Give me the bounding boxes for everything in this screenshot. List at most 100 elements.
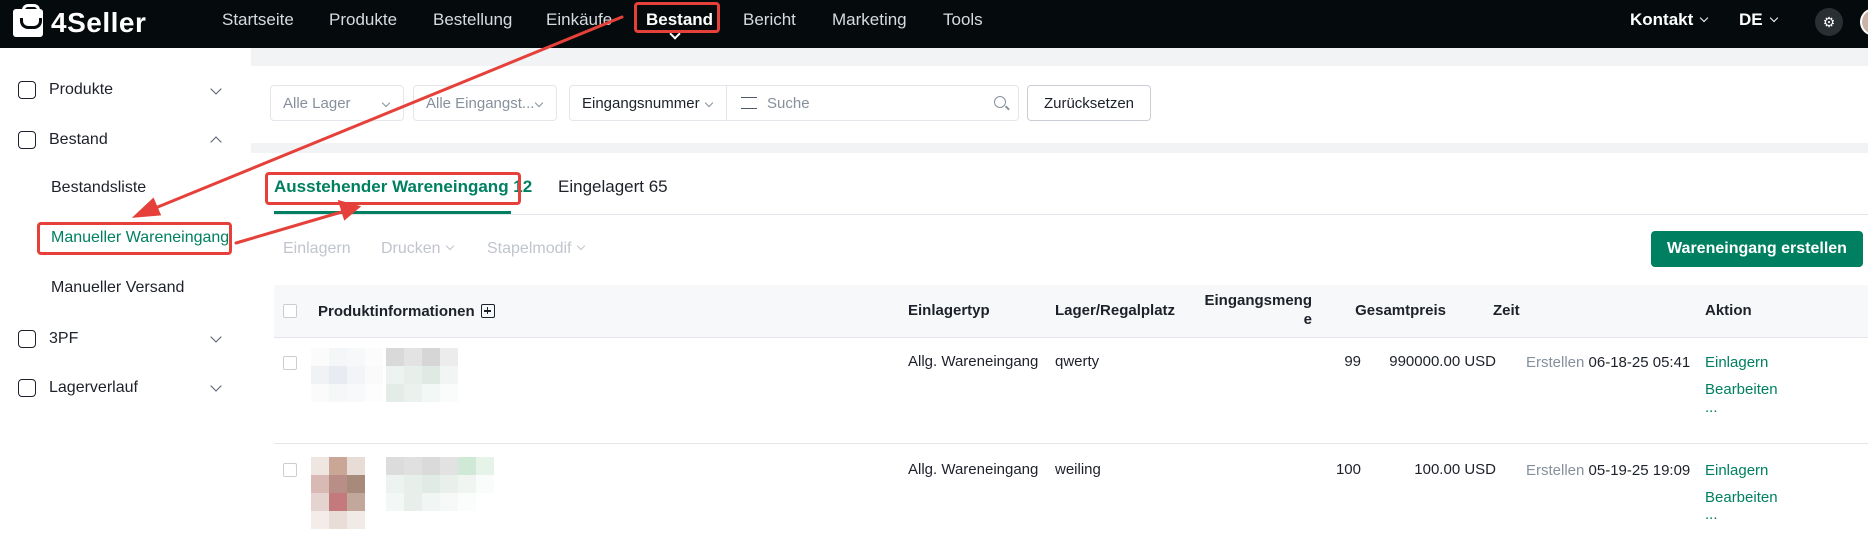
nav-einkaeufe[interactable]: Einkäufe — [546, 0, 612, 40]
row-time-value: 06-18-25 05:41 — [1588, 354, 1691, 371]
sidebar-group-label: Lagerverlauf — [49, 379, 138, 396]
search-field-select[interactable]: Eingangsnummer — [569, 85, 727, 121]
search-placeholder: Suche — [767, 94, 810, 112]
chevron-down-icon — [1700, 13, 1709, 23]
column-type: Einlagertyp — [908, 302, 990, 319]
batch-modify-label: Stapelmodif — [487, 240, 572, 257]
column-qty-line1: Eingangsmeng — [1204, 292, 1312, 309]
column-location: Lager/Regalplatz — [1055, 302, 1176, 319]
column-action: Aktion — [1705, 302, 1752, 319]
product-thumbnail — [311, 457, 365, 529]
select-all-checkbox[interactable] — [283, 304, 297, 318]
row-location: qwerty — [1055, 353, 1100, 370]
language-menu[interactable]: DE — [1739, 0, 1778, 40]
reset-button[interactable]: Zurücksetzen — [1027, 85, 1151, 121]
create-inbound-button[interactable]: Wareneingang erstellen — [1651, 231, 1863, 267]
row-checkbox[interactable] — [283, 356, 297, 370]
row-total: 100.00 USD — [1414, 461, 1496, 478]
active-tab-indicator — [274, 211, 511, 214]
product-name-blurred — [386, 457, 494, 511]
chevron-down-icon[interactable] — [210, 83, 222, 95]
row-checkbox[interactable] — [283, 463, 297, 477]
brand-name: 4Seller — [51, 7, 147, 38]
search-input[interactable]: Suche — [727, 85, 1019, 121]
batch-modify-menu[interactable]: Stapelmodif — [487, 240, 585, 258]
highlight-bestand-nav — [634, 2, 720, 33]
sidebar-group-produkte[interactable]: Produkte — [18, 78, 113, 102]
row-more-link[interactable]: ... — [1705, 399, 1718, 416]
nav-marketing[interactable]: Marketing — [832, 0, 907, 40]
nav-tools[interactable]: Tools — [943, 0, 983, 40]
chevron-down-icon — [445, 241, 454, 251]
search-icon[interactable] — [994, 96, 1006, 108]
sidebar-group-lagerverlauf[interactable]: Lagerverlauf — [18, 376, 138, 400]
row-location: weiling — [1055, 461, 1101, 478]
table-header: Produktinformationen Einlagertyp Lager/R… — [274, 285, 1868, 337]
row-type: Allg. Wareneingang — [908, 353, 1039, 370]
chevron-down-icon[interactable] — [210, 380, 222, 392]
highlight-pending-tab — [265, 172, 521, 205]
row-store-link[interactable]: Einlagern — [1705, 354, 1768, 371]
warehouse-select[interactable]: Alle Lager — [270, 85, 404, 121]
row-store-link[interactable]: Einlagern — [1705, 462, 1768, 479]
product-name-blurred — [386, 348, 458, 402]
nav-startseite[interactable]: Startseite — [222, 0, 294, 40]
product-thumbnail — [311, 348, 383, 402]
chevron-down-icon — [704, 98, 714, 108]
inbound-type-select[interactable]: Alle Eingangst... — [413, 85, 557, 121]
sidebar: Produkte Bestand Bestandsliste Manueller… — [0, 48, 251, 536]
tab-divider — [274, 214, 1868, 215]
column-product-label: Produktinformationen — [318, 303, 475, 320]
row-time-value: 05-19-25 19:09 — [1588, 462, 1691, 479]
store-button[interactable]: Einlagern — [283, 240, 351, 258]
bag-logo-icon — [13, 4, 43, 37]
list-search-icon — [741, 97, 757, 109]
inbound-type-select-value: Alle Eingangst... — [426, 94, 535, 112]
row-divider — [274, 443, 1868, 444]
filter-bar: Alle Lager Alle Eingangst... Eingangsnum… — [251, 66, 1868, 143]
sidebar-item-bestandsliste[interactable]: Bestandsliste — [51, 179, 146, 197]
row-type: Allg. Wareneingang — [908, 461, 1039, 478]
row-time-label: Erstellen — [1526, 354, 1585, 371]
sidebar-group-bestand[interactable]: Bestand — [18, 128, 108, 152]
inventory-icon — [18, 131, 36, 149]
chevron-down-icon — [534, 98, 544, 108]
chevron-down-icon[interactable] — [210, 331, 222, 343]
avatar[interactable] — [1860, 8, 1868, 36]
chevron-up-icon[interactable] — [210, 136, 222, 148]
row-time-label: Erstellen — [1526, 462, 1585, 479]
column-time: Zeit — [1493, 302, 1520, 319]
column-product: Produktinformationen — [318, 302, 495, 320]
sidebar-group-label: Produkte — [49, 81, 114, 98]
column-total: Gesamtpreis — [1355, 302, 1446, 319]
sidebar-item-manueller-versand[interactable]: Manueller Versand — [51, 279, 184, 297]
language-label: DE — [1739, 10, 1763, 29]
row-divider — [274, 337, 1868, 338]
tab-stored[interactable]: Eingelagert 65 — [558, 177, 668, 197]
expand-plus-icon[interactable] — [480, 304, 495, 318]
brand-logo[interactable]: 4Seller — [13, 4, 147, 41]
chevron-down-icon — [576, 241, 585, 251]
nav-bestellung[interactable]: Bestellung — [433, 0, 512, 40]
nav-produkte[interactable]: Produkte — [329, 0, 397, 40]
contact-menu[interactable]: Kontakt — [1630, 0, 1709, 40]
chevron-down-icon — [381, 98, 391, 108]
row-more-link[interactable]: ... — [1705, 506, 1718, 523]
sidebar-group-label: Bestand — [49, 131, 108, 148]
column-qty-line2: e — [1303, 311, 1312, 328]
gear-icon[interactable]: ⚙ — [1815, 8, 1843, 36]
row-edit-link[interactable]: Bearbeiten — [1705, 489, 1778, 506]
print-menu[interactable]: Drucken — [381, 240, 454, 258]
highlight-manual-inbound — [37, 222, 232, 255]
row-time: Erstellen 05-19-25 19:09 — [1526, 462, 1690, 479]
row-edit-link[interactable]: Bearbeiten — [1705, 381, 1778, 398]
search-field-select-value: Eingangsnummer — [582, 94, 700, 112]
history-icon — [18, 379, 36, 397]
product-icon — [18, 81, 36, 99]
sidebar-group-3pf[interactable]: 3PF — [18, 327, 78, 351]
nav-bericht[interactable]: Bericht — [743, 0, 796, 40]
top-navigation-bar: 4Seller Startseite Produkte Bestellung E… — [0, 0, 1868, 48]
main-panel: Ausstehender Wareneingang 12 Eingelagert… — [251, 153, 1868, 536]
row-time: Erstellen 06-18-25 05:41 — [1526, 354, 1690, 371]
warehouse-select-value: Alle Lager — [283, 94, 351, 112]
